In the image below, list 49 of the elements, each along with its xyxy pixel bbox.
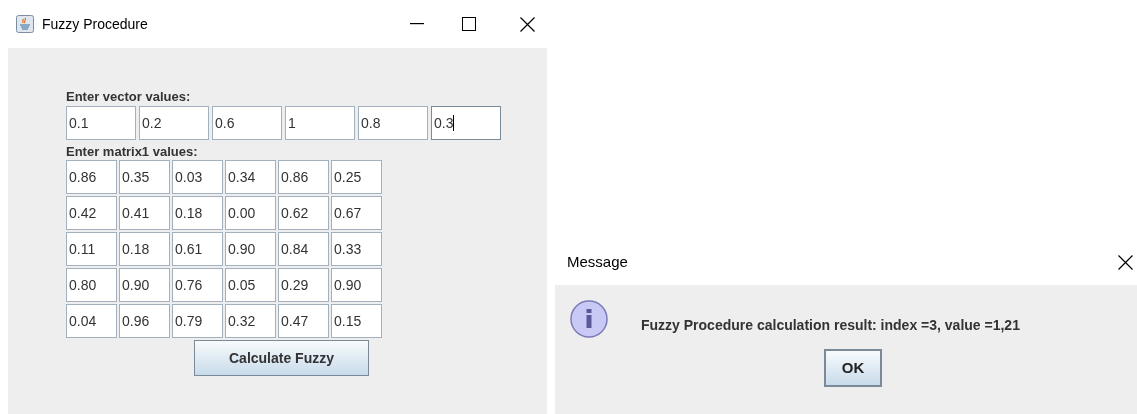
input-field[interactable]: 0.90 (331, 268, 382, 302)
input-field[interactable]: 0.42 (66, 196, 117, 230)
input-field[interactable]: 0.79 (172, 304, 223, 338)
app-icon (16, 15, 34, 33)
info-icon (569, 299, 611, 341)
minimize-icon[interactable] (410, 23, 424, 25)
input-field[interactable]: 0.90 (225, 232, 276, 266)
input-field[interactable]: 0.2 (139, 106, 209, 140)
ok-button[interactable]: OK (824, 349, 882, 387)
input-field[interactable]: 0.04 (66, 304, 117, 338)
maximize-icon[interactable] (462, 17, 476, 31)
input-field[interactable]: 0.3 (431, 106, 501, 140)
input-field[interactable]: 0.03 (172, 160, 223, 194)
input-field[interactable]: 0.41 (119, 196, 170, 230)
input-field[interactable]: 0.35 (119, 160, 170, 194)
input-field[interactable]: 0.96 (119, 304, 170, 338)
input-field[interactable]: 0.84 (278, 232, 329, 266)
close-icon[interactable] (1118, 255, 1133, 270)
input-field[interactable]: 0.47 (278, 304, 329, 338)
input-field[interactable]: 0.62 (278, 196, 329, 230)
calculate-button[interactable]: Calculate Fuzzy (194, 340, 369, 376)
input-field[interactable]: 0.61 (172, 232, 223, 266)
input-field[interactable]: 0.1 (66, 106, 136, 140)
input-field[interactable]: 0.32 (225, 304, 276, 338)
input-field[interactable]: 0.18 (119, 232, 170, 266)
window-title: Fuzzy Procedure (42, 14, 148, 34)
input-field[interactable]: 0.86 (278, 160, 329, 194)
input-field[interactable]: 0.15 (331, 304, 382, 338)
input-field[interactable]: 0.11 (66, 232, 117, 266)
input-field[interactable]: 0.76 (172, 268, 223, 302)
input-field[interactable]: 0.90 (119, 268, 170, 302)
input-field[interactable]: 0.25 (331, 160, 382, 194)
input-field[interactable]: 0.18 (172, 196, 223, 230)
message-text: Fuzzy Procedure calculation result: index =3, value =1,21 (641, 315, 1020, 335)
input-field[interactable]: 1 (285, 106, 355, 140)
dialog-title: Message (567, 252, 628, 273)
input-field[interactable]: 0.33 (331, 232, 382, 266)
vector-label: Enter vector values: (66, 88, 192, 106)
matrix-label: Enter matrix1 values: (66, 144, 199, 160)
input-field[interactable]: 0.67 (331, 196, 382, 230)
input-field[interactable]: 0.00 (225, 196, 276, 230)
input-field[interactable]: 0.34 (225, 160, 276, 194)
input-field[interactable]: 0.05 (225, 268, 276, 302)
input-field[interactable]: 0.86 (66, 160, 117, 194)
input-field[interactable]: 0.8 (358, 106, 428, 140)
close-icon[interactable] (520, 16, 535, 32)
input-field[interactable]: 0.29 (278, 268, 329, 302)
input-field[interactable]: 0.6 (212, 106, 282, 140)
input-field[interactable]: 0.80 (66, 268, 117, 302)
